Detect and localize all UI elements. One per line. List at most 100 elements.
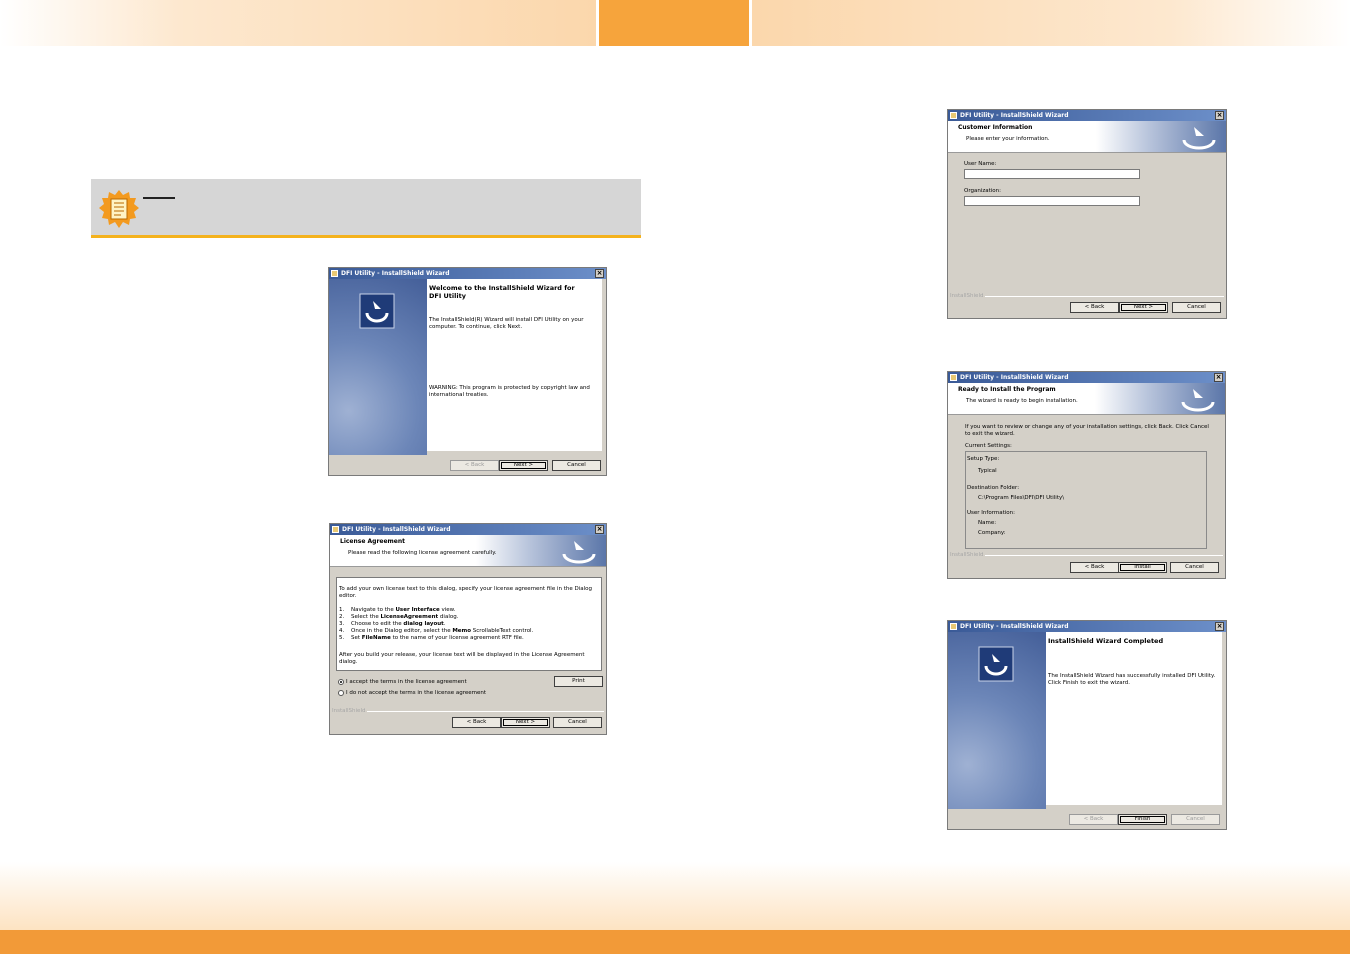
license-step-text: Choose to edit the <box>351 621 404 627</box>
company-label: Company: <box>978 530 1006 536</box>
back-button[interactable]: < Back <box>1070 302 1119 313</box>
user-info-label: User Information: <box>967 510 1015 516</box>
ready-banner-subtitle: The wizard is ready to begin installatio… <box>966 398 1078 404</box>
license-text-area[interactable]: To add your own license text to this dia… <box>336 577 602 671</box>
next-button[interactable]: Next > <box>499 460 548 471</box>
name-label: Name: <box>978 520 997 526</box>
close-icon[interactable]: × <box>1215 111 1224 120</box>
complete-content: InstallShield Wizard Completed The Insta… <box>1046 632 1222 805</box>
back-button[interactable]: < Back <box>452 717 501 728</box>
settings-box: Setup Type: Typical Destination Folder: … <box>965 451 1207 549</box>
note-title <box>143 185 175 199</box>
license-step-text: Set <box>351 635 362 641</box>
back-button[interactable]: < Back <box>1069 814 1118 825</box>
back-button[interactable]: < Back <box>450 460 499 471</box>
complete-title: DFI Utility - InstallShield Wizard <box>960 623 1069 630</box>
cancel-button[interactable]: Cancel <box>1171 814 1220 825</box>
finish-button[interactable]: Finish <box>1118 814 1167 825</box>
installshield-logo-icon <box>1181 389 1215 412</box>
installshield-logo-icon <box>562 541 596 564</box>
license-step-number: 4. <box>339 628 345 634</box>
ready-title: DFI Utility - InstallShield Wizard <box>960 374 1069 381</box>
next-button[interactable]: Next > <box>501 717 550 728</box>
customer-banner: Customer Information Please enter your i… <box>948 121 1226 153</box>
license-step-number: 3. <box>339 621 345 627</box>
ready-banner: Ready to Install the Program The wizard … <box>948 383 1225 415</box>
app-icon <box>331 270 338 277</box>
license-step-number: 1. <box>339 607 345 613</box>
welcome-heading: Welcome to the InstallShield Wizard for … <box>429 284 575 300</box>
app-icon <box>950 112 957 119</box>
back-button[interactable]: < Back <box>1070 562 1119 573</box>
ready-dialog: DFI Utility - InstallShield Wizard × Rea… <box>947 371 1226 579</box>
license-banner-title: License Agreement <box>340 538 406 545</box>
license-intro: To add your own license text to this dia… <box>339 586 593 599</box>
license-step-text: dialog. <box>438 614 459 620</box>
license-steps: 1. Navigate to the User Interface view. 2.… <box>339 607 599 642</box>
setup-type-value: Typical <box>978 468 997 474</box>
license-titlebar: DFI Utility - InstallShield Wizard × <box>330 524 606 535</box>
app-icon <box>950 623 957 630</box>
accept-label[interactable]: I accept the terms in the license agreem… <box>346 679 467 685</box>
cancel-button[interactable]: Cancel <box>1172 302 1221 313</box>
license-step-text: Navigate to the <box>351 607 396 613</box>
license-step-keyword: dialog layout <box>403 621 444 627</box>
license-dialog: DFI Utility - InstallShield Wizard × Lic… <box>329 523 607 735</box>
license-step-text: ScrollableText control. <box>471 628 534 634</box>
license-step-text: Select the <box>351 614 381 620</box>
decline-label[interactable]: I do not accept the terms in the license… <box>346 690 486 696</box>
next-button[interactable]: Next > <box>1119 302 1168 313</box>
destination-label: Destination Folder: <box>967 485 1020 491</box>
accept-radio[interactable] <box>338 679 344 685</box>
close-icon[interactable]: × <box>1215 622 1224 631</box>
organization-label: Organization: <box>964 188 1002 194</box>
cancel-button[interactable]: Cancel <box>552 460 601 471</box>
user-name-label: User Name: <box>964 161 997 167</box>
cancel-button[interactable]: Cancel <box>553 717 602 728</box>
close-icon[interactable]: × <box>595 525 604 534</box>
welcome-side-art <box>329 279 427 455</box>
close-icon[interactable]: × <box>595 269 604 278</box>
ready-banner-title: Ready to Install the Program <box>958 386 1056 393</box>
ready-titlebar: DFI Utility - InstallShield Wizard × <box>948 372 1225 383</box>
license-step-text: view. <box>439 607 456 613</box>
customer-title: DFI Utility - InstallShield Wizard <box>960 112 1069 119</box>
license-step-text: . <box>443 621 446 627</box>
install-button[interactable]: Install <box>1118 562 1167 573</box>
complete-body: The InstallShield Wizard has successfull… <box>1048 673 1216 686</box>
installshield-logo-icon <box>978 646 1014 682</box>
welcome-body: The InstallShield(R) Wizard will install… <box>429 317 584 330</box>
license-step: 1. Navigate to the User Interface view. <box>339 607 599 614</box>
welcome-titlebar: DFI Utility - InstallShield Wizard × <box>329 268 606 279</box>
note-box <box>91 179 641 238</box>
organization-input[interactable] <box>964 196 1140 206</box>
ready-intro: If you want to review or change any of y… <box>965 424 1209 437</box>
destination-value: C:\Program Files\DFI\DFI Utility\ <box>978 495 1065 501</box>
installshield-logo-icon <box>359 293 395 329</box>
license-outro: After you build your release, your licen… <box>339 652 585 665</box>
setup-type-label: Setup Type: <box>967 456 1000 462</box>
cancel-button[interactable]: Cancel <box>1170 562 1219 573</box>
license-step-keyword: Memo <box>452 628 472 634</box>
footer-band <box>0 862 1350 930</box>
close-icon[interactable]: × <box>1214 373 1223 382</box>
complete-titlebar: DFI Utility - InstallShield Wizard × <box>948 621 1226 632</box>
license-footer-label: InstallShield <box>332 708 368 714</box>
license-step: 3. Choose to edit the dialog layout. <box>339 621 599 628</box>
decline-radio[interactable] <box>338 690 344 696</box>
license-step: 2. Select the LicenseAgreement dialog. <box>339 614 599 621</box>
customer-dialog: DFI Utility - InstallShield Wizard × Cus… <box>947 109 1227 319</box>
ready-footer-label: InstallShield <box>950 552 986 558</box>
license-title: DFI Utility - InstallShield Wizard <box>342 526 451 533</box>
welcome-content: Welcome to the InstallShield Wizard for … <box>427 279 602 451</box>
license-step: 5. Set FileName to the name of your licen… <box>339 635 599 642</box>
print-button[interactable]: Print <box>554 676 603 687</box>
welcome-warning: WARNING: This program is protected by co… <box>429 385 590 398</box>
welcome-dialog: DFI Utility - InstallShield Wizard × Wel… <box>328 267 607 476</box>
user-name-input[interactable] <box>964 169 1140 179</box>
installshield-logo-icon <box>1182 127 1216 150</box>
license-banner-subtitle: Please read the following license agreem… <box>348 550 497 556</box>
current-settings-label: Current Settings: <box>965 443 1012 449</box>
license-step-number: 5. <box>339 635 345 641</box>
customer-footer-label: InstallShield <box>950 293 986 299</box>
